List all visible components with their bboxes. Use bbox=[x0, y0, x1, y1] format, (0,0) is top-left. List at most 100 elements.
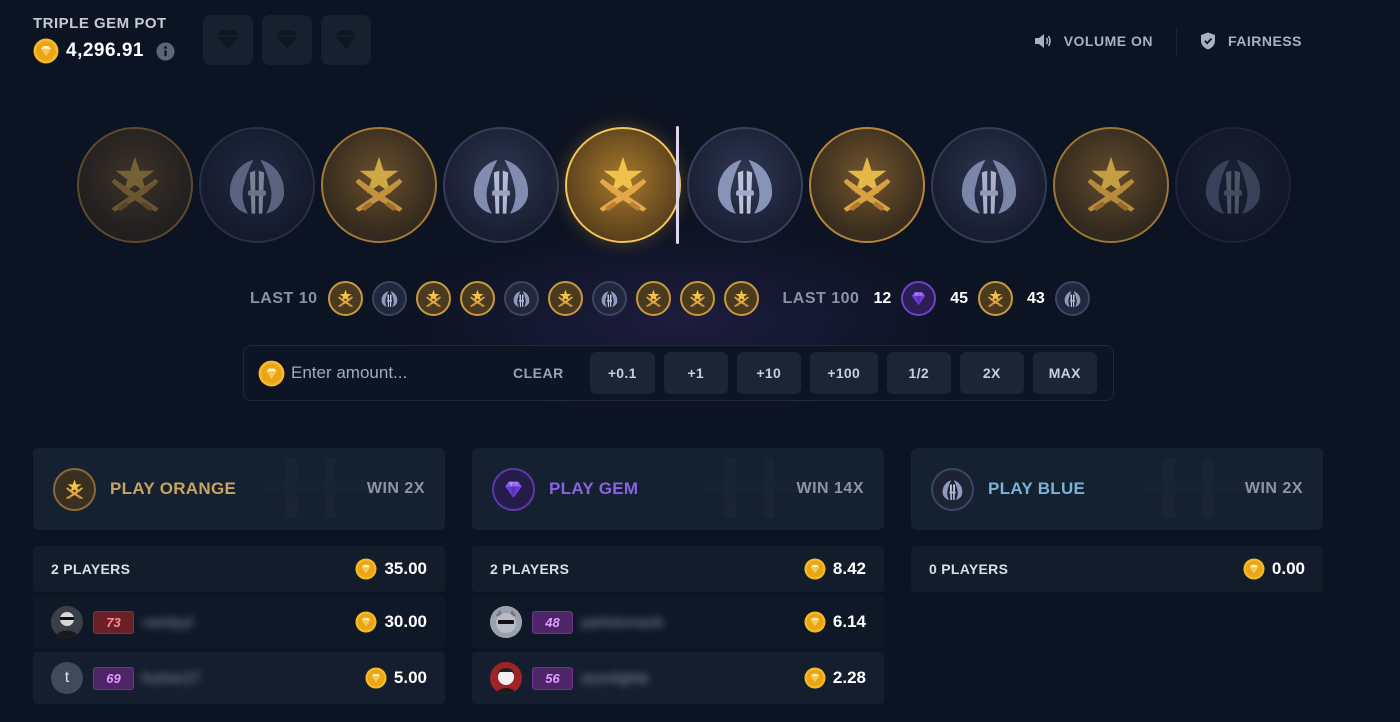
gem-icon bbox=[901, 281, 937, 316]
player-row: 73 vandyyl 30.00 bbox=[33, 596, 445, 648]
amount-input[interactable] bbox=[291, 363, 501, 383]
blue-panel: PLAY BLUE WIN 2X 0 PLAYERS 0.00 bbox=[911, 448, 1323, 592]
player-name[interactable]: fusher27 bbox=[142, 670, 200, 687]
total-bet: 0.00 bbox=[1271, 559, 1305, 578]
shield-check-icon bbox=[1200, 32, 1215, 50]
pot-title: TRIPLE GEM POT bbox=[33, 15, 167, 32]
player-bet: 6.14 bbox=[832, 612, 866, 631]
avatar[interactable] bbox=[51, 606, 83, 638]
add-100-button[interactable]: +100 bbox=[809, 352, 878, 394]
t-badge-icon bbox=[415, 281, 451, 316]
t-badge-icon bbox=[547, 281, 583, 316]
max-button[interactable]: MAX bbox=[1032, 352, 1097, 394]
t-badge-icon bbox=[599, 156, 647, 212]
players-summary: 2 PLAYERS 35.00 bbox=[33, 546, 445, 592]
play-gem-button[interactable]: PLAY GEM WIN 14X bbox=[472, 448, 884, 530]
t-badge-icon bbox=[1087, 156, 1135, 212]
level-badge: 69 bbox=[93, 666, 134, 690]
triple-gem-pot: TRIPLE GEM POT 4,296.91 bbox=[33, 15, 175, 64]
last100-gem-count: 12 bbox=[873, 289, 892, 307]
players-summary: 0 PLAYERS 0.00 bbox=[911, 546, 1323, 592]
double-button[interactable]: 2X bbox=[959, 352, 1024, 394]
add-1-button[interactable]: +1 bbox=[663, 352, 728, 394]
t-badge-icon bbox=[327, 281, 363, 316]
player-bet: 5.00 bbox=[393, 668, 427, 687]
ct-badge-icon bbox=[503, 281, 539, 316]
level-badge: 48 bbox=[532, 610, 573, 634]
pot-amount: 4,296.91 bbox=[66, 40, 144, 61]
avatar-image bbox=[490, 606, 522, 638]
t-badge-icon bbox=[843, 156, 891, 212]
add-10-button[interactable]: +10 bbox=[736, 352, 801, 394]
coin-icon bbox=[355, 558, 377, 580]
players-count: 2 PLAYERS bbox=[51, 561, 131, 577]
total-bet: 35.00 bbox=[384, 559, 427, 578]
volume-label: VOLUME ON bbox=[1063, 33, 1153, 49]
ct-badge-icon bbox=[717, 159, 773, 214]
avatar[interactable] bbox=[490, 662, 522, 694]
badge-blue bbox=[931, 127, 1047, 243]
badge-blue bbox=[687, 127, 803, 243]
avatar-image bbox=[490, 662, 522, 694]
gem-slot bbox=[262, 15, 312, 65]
coin-icon bbox=[365, 667, 387, 689]
pot-gem-slots bbox=[203, 15, 371, 65]
fairness-label: FAIRNESS bbox=[1227, 33, 1302, 49]
player-name[interactable]: vandyyl bbox=[142, 614, 193, 631]
ct-badge-icon bbox=[229, 159, 285, 214]
t-badge-icon bbox=[978, 281, 1014, 316]
badge-blue bbox=[199, 127, 315, 243]
clear-button[interactable]: CLEAR bbox=[513, 365, 564, 381]
bet-bar: CLEAR +0.1 +1 +10 +100 1/2 2X MAX bbox=[243, 345, 1114, 401]
play-orange-button[interactable]: PLAY ORANGE WIN 2X bbox=[33, 448, 445, 530]
players-count: 2 PLAYERS bbox=[490, 561, 570, 577]
gem-outline-icon bbox=[276, 30, 298, 49]
player-bet: 30.00 bbox=[384, 612, 427, 631]
t-badge-icon bbox=[53, 467, 96, 511]
last100-label: LAST 100 bbox=[782, 289, 860, 307]
players-count: 0 PLAYERS bbox=[929, 561, 1009, 577]
coin-icon bbox=[804, 558, 826, 580]
ct-badge-icon bbox=[931, 467, 974, 511]
fairness-button[interactable]: FAIRNESS bbox=[1200, 32, 1302, 50]
last10-label: LAST 10 bbox=[250, 289, 318, 307]
roulette-marker bbox=[676, 126, 679, 244]
t-badge-icon bbox=[723, 281, 759, 316]
avatar[interactable]: t bbox=[51, 662, 83, 694]
avatar[interactable] bbox=[490, 606, 522, 638]
info-icon[interactable] bbox=[156, 41, 175, 61]
player-name[interactable]: parlotomank bbox=[581, 614, 664, 631]
roulette-strip bbox=[0, 124, 1400, 248]
half-button[interactable]: 1/2 bbox=[886, 352, 951, 394]
add-0.1-button[interactable]: +0.1 bbox=[589, 352, 655, 394]
coin-icon bbox=[804, 611, 826, 633]
t-badge-icon bbox=[459, 281, 495, 316]
ct-badge-icon bbox=[1205, 159, 1261, 214]
coin-icon bbox=[804, 667, 826, 689]
ct-badge-icon bbox=[591, 281, 627, 316]
gem-slot bbox=[203, 15, 253, 65]
last100-stats: LAST 100 12 45 43 bbox=[783, 281, 1090, 316]
play-orange-title: PLAY ORANGE bbox=[110, 479, 237, 498]
ct-badge-icon bbox=[473, 159, 529, 214]
coin-icon bbox=[355, 611, 377, 633]
volume-button[interactable]: VOLUME ON bbox=[1034, 33, 1153, 49]
ct-badge-icon bbox=[961, 159, 1017, 214]
level-badge: 73 bbox=[93, 610, 134, 634]
gem-panel: PLAY GEM WIN 14X 2 PLAYERS 8.42 48 parlo… bbox=[472, 448, 884, 704]
play-blue-button[interactable]: PLAY BLUE WIN 2X bbox=[911, 448, 1323, 530]
history-bar: LAST 10 LAST 100 12 45 43 bbox=[250, 281, 1090, 316]
player-row: 48 parlotomank 6.14 bbox=[472, 596, 884, 648]
player-row: 56 asonlighte 2.28 bbox=[472, 652, 884, 704]
orange-panel: PLAY ORANGE WIN 2X 2 PLAYERS 35.00 73 va… bbox=[33, 448, 445, 704]
last10-list bbox=[327, 281, 759, 316]
badge-orange bbox=[321, 127, 437, 243]
gem-outline-icon bbox=[335, 30, 357, 49]
ct-badge-icon bbox=[371, 281, 407, 316]
total-bet: 8.42 bbox=[832, 559, 866, 578]
coin-icon bbox=[33, 38, 59, 64]
badge-orange-selected bbox=[565, 127, 681, 243]
player-row: t 69 fusher27 5.00 bbox=[33, 652, 445, 704]
badge-blue bbox=[443, 127, 559, 243]
player-name[interactable]: asonlighte bbox=[581, 670, 649, 687]
